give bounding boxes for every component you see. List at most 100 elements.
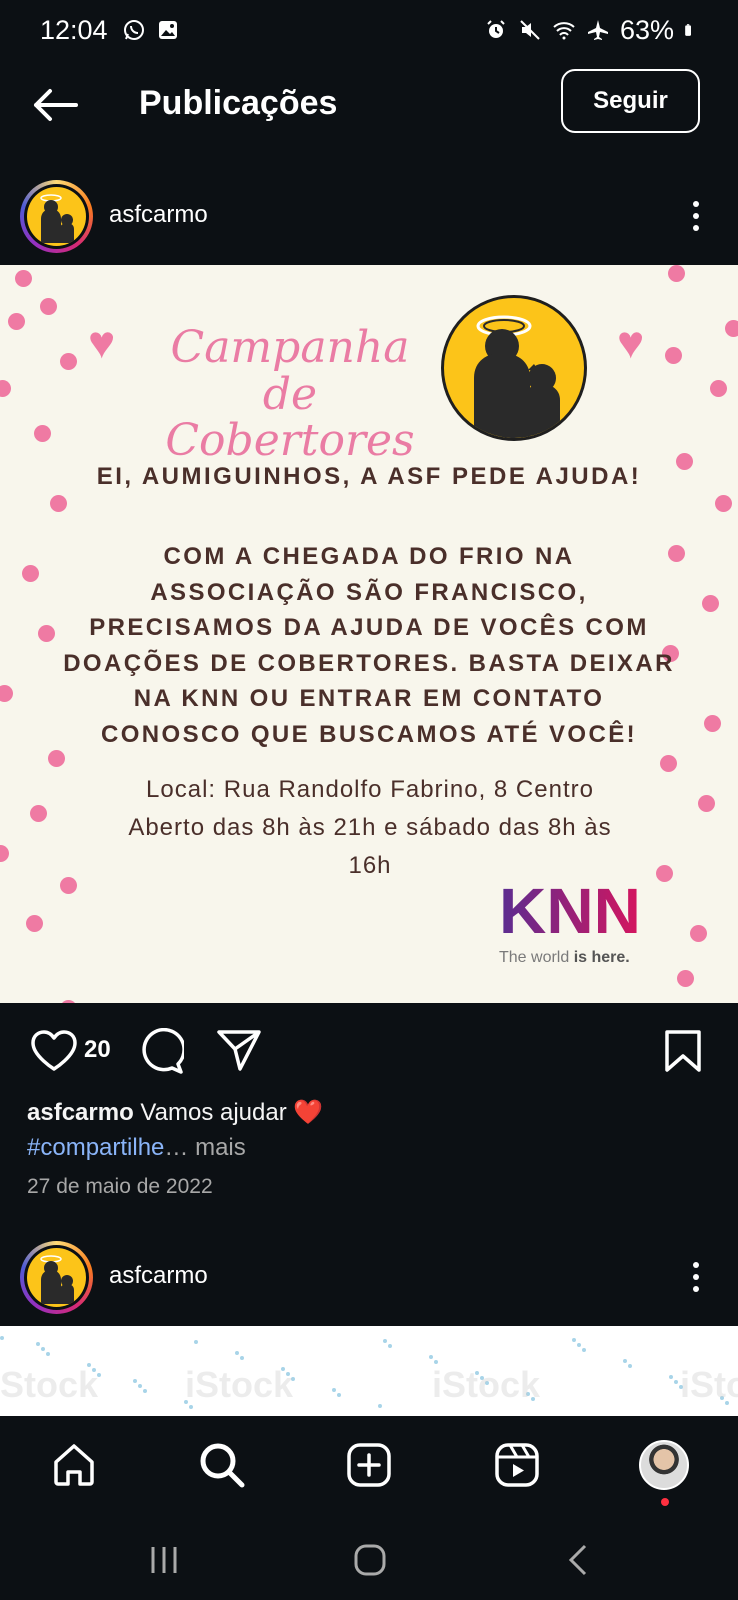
pink-dot: [710, 380, 727, 397]
more-options-button[interactable]: [678, 1254, 714, 1300]
nav-create[interactable]: [342, 1438, 396, 1492]
notification-dot: [661, 1498, 669, 1506]
header: Publicações Seguir: [0, 66, 738, 146]
more-icon-dot: [693, 1262, 699, 1268]
more-icon-dot: [693, 225, 699, 231]
whatsapp-icon: [123, 20, 144, 40]
system-nav: [0, 1516, 738, 1600]
home-circle-icon: [354, 1544, 386, 1576]
arrow-left-icon: [34, 89, 78, 121]
caption-username[interactable]: asfcarmo: [27, 1099, 134, 1126]
send-icon: [217, 1030, 261, 1071]
speck: [577, 1343, 581, 1347]
speck: [143, 1389, 147, 1393]
chevron-left-icon: [568, 1544, 587, 1576]
speck: [337, 1393, 341, 1397]
speck: [582, 1348, 586, 1352]
recents-icon: [151, 1547, 177, 1573]
plus-square-icon: [347, 1443, 391, 1487]
pink-dot: [30, 805, 47, 822]
nav-search[interactable]: [195, 1438, 249, 1492]
pink-dot: [715, 495, 732, 512]
pink-dot: [40, 298, 57, 315]
pink-dot: [22, 565, 39, 582]
speck: [572, 1338, 576, 1342]
speck: [41, 1347, 45, 1351]
page-title: Publicações: [139, 84, 338, 122]
knn-logo-icon: KNN: [499, 881, 641, 941]
more-options-button[interactable]: [678, 193, 714, 239]
pink-dot: [656, 865, 673, 882]
more-icon-dot: [693, 201, 699, 207]
save-button[interactable]: [664, 1030, 702, 1077]
speck: [133, 1379, 137, 1383]
post-caption: asfcarmo Vamos ajudar ❤️ #compartilhe… m…: [27, 1095, 717, 1165]
more-link[interactable]: … mais: [164, 1134, 245, 1161]
search-icon: [200, 1443, 245, 1488]
pink-dot: [660, 755, 677, 772]
pink-dot: [702, 595, 719, 612]
pink-dot: [668, 265, 685, 282]
post-username[interactable]: asfcarmo: [109, 201, 208, 229]
pink-dot: [60, 877, 77, 894]
pink-dot: [704, 715, 721, 732]
nav-profile[interactable]: [637, 1438, 691, 1492]
home-button[interactable]: [340, 1538, 400, 1582]
campaign-title: Campanha de Cobertores: [165, 322, 415, 467]
post-image[interactable]: iStock iStock iStock iStock: [0, 1326, 738, 1416]
system-back-button[interactable]: [548, 1538, 608, 1582]
more-icon-dot: [693, 213, 699, 219]
comment-button[interactable]: [138, 1027, 186, 1079]
caption-text: Vamos ajudar: [133, 1099, 294, 1126]
poster-heading: EI, AUMIGUINHOS, A ASF PEDE AJUDA!: [96, 463, 642, 490]
nav-reels[interactable]: [490, 1438, 544, 1492]
heart-icon: [31, 1030, 77, 1071]
knn-tagline: The world is here.: [499, 949, 630, 966]
speck: [0, 1336, 4, 1340]
post-actions: 20: [0, 1022, 738, 1078]
asf-logo-icon: [27, 187, 86, 246]
speck: [388, 1344, 392, 1348]
share-button[interactable]: [216, 1028, 262, 1077]
avatar[interactable]: [20, 1241, 93, 1314]
likes-count[interactable]: 20: [84, 1036, 111, 1064]
pink-dot: [60, 353, 77, 370]
speck: [383, 1339, 387, 1343]
speck: [674, 1380, 678, 1384]
speck: [240, 1356, 244, 1360]
speck: [36, 1342, 40, 1346]
pink-dot: [48, 750, 65, 767]
alarm-icon: [487, 20, 505, 38]
airplane-icon: [587, 20, 608, 40]
watermark: iStock: [185, 1364, 294, 1405]
speck: [429, 1355, 433, 1359]
speck: [138, 1384, 142, 1388]
pink-dot: [698, 795, 715, 812]
hashtag-link[interactable]: #compartilhe: [27, 1134, 164, 1161]
pink-dot: [15, 270, 32, 287]
asf-logo-icon: [441, 295, 587, 441]
like-button[interactable]: [30, 1030, 78, 1077]
post-header: asfcarmo: [0, 1236, 738, 1316]
poster-body: COM A CHEGADA DO FRIO NA ASSOCIAÇÃO SÃO …: [63, 543, 675, 748]
post-header: asfcarmo: [0, 175, 738, 255]
pink-dot: [8, 313, 25, 330]
post-username[interactable]: asfcarmo: [109, 1262, 208, 1290]
speck: [194, 1340, 198, 1344]
speck: [46, 1352, 50, 1356]
back-button[interactable]: [30, 80, 80, 130]
post-image[interactable]: ♥ ♥ Campanha de Cobertores EI, AUMIGUINH…: [0, 265, 738, 1003]
heart-decoration-icon: ♥: [88, 316, 116, 368]
more-icon-dot: [693, 1274, 699, 1280]
comment-icon: [142, 1027, 186, 1074]
pink-dot: [665, 347, 682, 364]
watermark: iStock: [680, 1364, 738, 1405]
home-icon: [54, 1444, 94, 1486]
avatar[interactable]: [20, 180, 93, 253]
follow-button[interactable]: Seguir: [561, 69, 700, 133]
more-icon-dot: [693, 1286, 699, 1292]
nav-home[interactable]: [47, 1438, 101, 1492]
recent-apps-button[interactable]: [134, 1538, 194, 1582]
heart-decoration-icon: ♥: [617, 316, 645, 368]
speck: [669, 1375, 673, 1379]
